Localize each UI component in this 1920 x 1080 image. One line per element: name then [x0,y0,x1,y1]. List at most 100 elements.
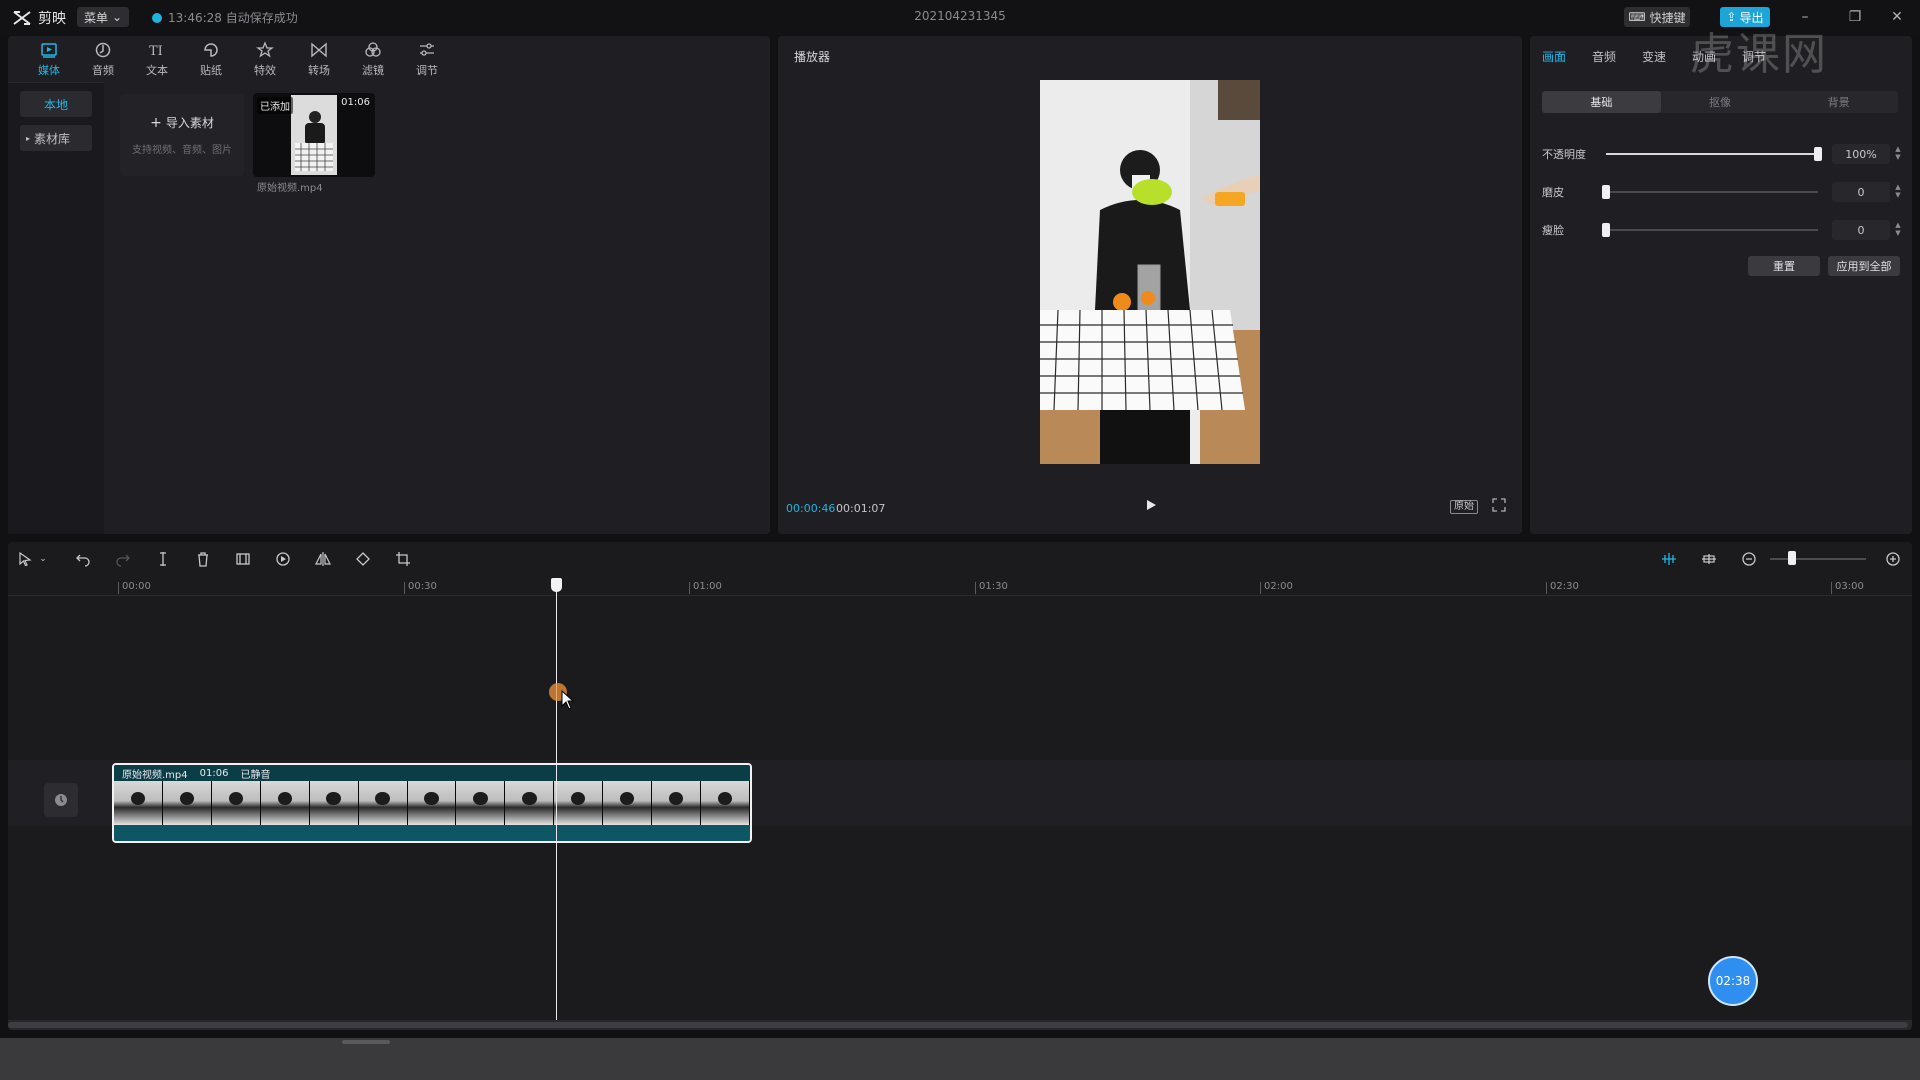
restore-icon[interactable]: ❐ [1845,7,1865,27]
smoothing-slider[interactable] [1602,185,1818,199]
timeline-clip[interactable]: 原始视频.mp4 01:06 已静音 [112,763,752,843]
slim-face-value[interactable]: 0 [1832,220,1890,240]
playhead-handle[interactable] [551,578,562,592]
link-button[interactable] [1700,550,1718,568]
timeline-panel: ⌄ 00:00 00:30 01:00 01:30 02:00 02:30 03… [8,542,1912,1030]
tab-effects[interactable]: 特效 [238,36,292,82]
menu-button[interactable]: 菜单 ⌄ [77,7,129,27]
crop-icon [396,552,410,566]
timeline-scrollbar[interactable] [8,1020,1912,1030]
redo-button[interactable] [114,550,132,568]
tab-filter[interactable]: 滤镜 [346,36,400,82]
slim-face-slider[interactable] [1602,223,1818,237]
close-icon[interactable]: ✕ [1887,7,1907,27]
filter-icon [365,41,381,57]
tab-transition[interactable]: 转场 [292,36,346,82]
ruler-tick: 02:00 [1260,582,1293,594]
shortcut-button[interactable]: ⌨ 快捷键 [1624,7,1690,27]
playhead-line [556,582,557,1022]
fullscreen-button[interactable] [1492,498,1508,514]
media-sidebar: 本地 ▸ 素材库 [8,82,104,534]
sidebar-item-library[interactable]: ▸ 素材库 [20,125,92,151]
stepper-icon[interactable]: ▲ ▼ [1894,221,1902,239]
freeze-button[interactable] [234,550,252,568]
tab-picture[interactable]: 画面 [1542,48,1592,65]
zoom-out-button[interactable] [1740,550,1758,568]
thumbnail-image [291,95,337,175]
export-button[interactable]: ⇪ 导出 [1720,7,1770,27]
zoom-knob[interactable] [1788,551,1796,565]
delete-button[interactable] [194,550,212,568]
tab-audio[interactable]: 音频 [76,36,130,82]
ratio-button[interactable]: 原始 [1450,500,1478,514]
tab-label: 滤镜 [362,63,384,77]
split-icon [160,552,166,566]
tab-label: 音频 [92,63,114,77]
text-icon: TI [149,44,163,59]
undo-icon [76,554,90,567]
time-ruler[interactable]: 00:00 00:30 01:00 01:30 02:00 02:30 03:0… [8,576,1912,596]
smoothing-label: 磨皮 [1542,186,1564,199]
play-button[interactable] [1142,496,1160,514]
plus-icon: + [150,114,162,131]
zoom-in-button[interactable] [1884,550,1902,568]
added-badge: 已添加 [257,97,293,114]
slider-knob[interactable] [1602,223,1610,237]
tab-adjust-props[interactable]: 调节 [1742,48,1792,65]
smoothing-value[interactable]: 0 [1832,182,1890,202]
slider-knob[interactable] [1814,147,1822,161]
ruler-tick: 00:00 [118,582,151,594]
save-status-text: 13:46:28 自动保存成功 [168,11,298,25]
adjust-icon [420,42,434,56]
chevron-down-icon[interactable]: ⌄ [38,550,48,568]
select-tool-button[interactable] [16,550,34,568]
clip-thumbnail [291,95,337,175]
reset-button[interactable]: 重置 [1748,256,1820,276]
crop-button[interactable] [394,550,412,568]
opacity-value[interactable]: 100% [1832,144,1890,164]
subtab-basic[interactable]: 基础 [1542,91,1661,113]
opacity-label: 不透明度 [1542,148,1586,161]
video-preview[interactable] [1040,80,1260,464]
track-cover-button[interactable] [44,783,78,817]
snap-button[interactable] [1660,550,1678,568]
bottom-handle[interactable] [342,1040,390,1044]
minimize-icon[interactable]: – [1795,7,1815,27]
save-status: 13:46:28 自动保存成功 [152,9,298,26]
player-title: 播放器 [794,50,831,64]
rotate-button[interactable] [354,550,372,568]
tab-label: 调节 [416,63,438,77]
scrollbar-thumb[interactable] [8,1022,1908,1028]
time-bubble[interactable]: 02:38 [1708,956,1758,1006]
stepper-icon[interactable]: ▲ ▼ [1894,183,1902,201]
slider-knob[interactable] [1602,185,1610,199]
mirror-button[interactable] [314,550,332,568]
zoom-slider[interactable] [1770,558,1866,560]
sidebar-item-local[interactable]: 本地 [20,91,92,117]
play-icon [1147,500,1156,510]
reverse-icon [276,552,290,566]
import-media-button[interactable]: + 导入素材 支持视频、音频、图片 [120,94,244,176]
opacity-slider[interactable] [1606,147,1822,161]
undo-button[interactable] [74,550,92,568]
export-label: 导出 [1739,10,1764,25]
tab-adjust[interactable]: 调节 [400,36,454,82]
tab-sticker[interactable]: 贴纸 [184,36,238,82]
app-logo: 剪映 [12,8,66,28]
status-dot-icon [152,12,162,23]
split-button[interactable] [154,550,172,568]
ruler-tick: 01:00 [689,582,722,594]
tab-text[interactable]: TI 文本 [130,36,184,82]
tab-speed[interactable]: 变速 [1642,48,1692,65]
properties-tabs: 画面 音频 变速 动画 调节 [1542,48,1792,65]
stepper-icon[interactable]: ▲ ▼ [1894,145,1902,163]
tab-media[interactable]: 媒体 [22,36,76,82]
media-clip-card[interactable]: 已添加 01:06 [253,93,375,177]
subtab-matting[interactable]: 抠像 [1661,91,1780,113]
apply-all-button[interactable]: 应用到全部 [1828,256,1900,276]
tab-audio-props[interactable]: 音频 [1592,48,1642,65]
reverse-button[interactable] [274,550,292,568]
tab-animation[interactable]: 动画 [1692,48,1742,65]
audio-icon [95,42,111,57]
subtab-background[interactable]: 背景 [1779,91,1898,113]
